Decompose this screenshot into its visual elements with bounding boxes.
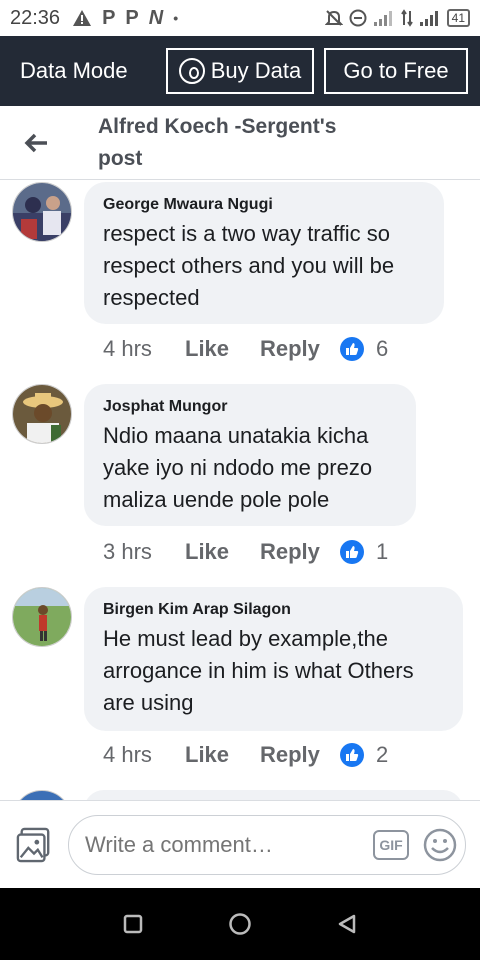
comment-input[interactable] [85, 831, 373, 858]
dnd-icon [349, 9, 367, 27]
gif-icon[interactable]: GIF [373, 829, 409, 860]
back-nav-icon[interactable] [336, 913, 358, 935]
comment-list: George Mwaura Ngugi respect is a two way… [0, 180, 480, 800]
battery-icon: 41 [446, 9, 470, 27]
avatar[interactable] [12, 384, 72, 444]
reply-button[interactable]: Reply [260, 336, 340, 362]
like-reaction-icon[interactable] [340, 540, 364, 564]
data-mode-label: Data Mode [20, 58, 128, 83]
go-to-free-button[interactable]: Go to Free [323, 48, 468, 94]
system-icons: 41 [324, 9, 470, 27]
comment-author[interactable]: Josphat Mungor [103, 398, 396, 416]
comment-bubble [84, 790, 463, 800]
comment-actions: 4 hrs Like Reply 2 [103, 742, 388, 768]
comment-time: 4 hrs [103, 742, 152, 767]
comment-actions: 3 hrs Like Reply 1 [103, 539, 388, 565]
p-icon: P [102, 6, 116, 29]
signal-icon [373, 11, 392, 26]
back-arrow-icon [24, 133, 47, 152]
like-reaction-icon[interactable] [340, 743, 364, 767]
system-nav-bar [0, 888, 480, 960]
avatar[interactable] [12, 182, 72, 242]
n-icon: N [148, 6, 164, 29]
mute-icon [324, 10, 343, 26]
reaction-count[interactable]: 2 [376, 742, 388, 768]
comment-time: 3 hrs [103, 539, 152, 564]
comment-text: Ndio maana unatakia kicha yake iyo ni nd… [103, 423, 373, 512]
reply-button[interactable]: Reply [260, 539, 340, 565]
comment-time: 4 hrs [103, 336, 152, 361]
p-icon: P [125, 6, 139, 29]
photo-icon[interactable] [16, 826, 52, 864]
comment-actions: 4 hrs Like Reply 6 [103, 336, 388, 362]
like-button[interactable]: Like [185, 336, 260, 362]
broadcast-icon [178, 58, 205, 84]
avatar[interactable] [12, 587, 72, 647]
comment-author[interactable]: Birgen Kim Arap Silagon [103, 601, 443, 619]
avatar[interactable] [12, 790, 72, 800]
comment-text: respect is a two way traffic so respect … [103, 221, 395, 310]
emoji-icon[interactable] [423, 828, 457, 862]
post-title: Alfred Koech -Sergent's post [98, 114, 337, 170]
dot-icon: • [173, 10, 179, 26]
clock: 22:36 [10, 6, 61, 29]
status-bar: 22:36 P P N • 41 [0, 0, 480, 36]
signal-icon [419, 11, 438, 26]
reaction-count[interactable]: 6 [376, 336, 388, 362]
like-button[interactable]: Like [185, 742, 260, 768]
data-transfer-icon [400, 9, 413, 27]
notification-icons: P P N • [72, 7, 178, 30]
comment-bubble: Josphat Mungor Ndio maana unatakia kicha… [84, 384, 416, 526]
like-reaction-icon[interactable] [340, 337, 364, 361]
recents-icon[interactable] [122, 913, 144, 935]
home-icon[interactable] [228, 912, 252, 936]
back-button[interactable] [0, 106, 72, 180]
comment-composer: GIF [0, 800, 480, 888]
reply-button[interactable]: Reply [260, 742, 340, 768]
comment-input-box[interactable]: GIF [68, 814, 466, 875]
comment-author[interactable]: George Mwaura Ngugi [103, 196, 424, 214]
comment-text: He must lead by example,the arrogance in… [103, 626, 414, 715]
like-button[interactable]: Like [185, 539, 260, 565]
post-header: Alfred Koech -Sergent's post [0, 106, 480, 180]
comment-bubble: George Mwaura Ngugi respect is a two way… [84, 182, 444, 324]
warning-icon [73, 10, 92, 26]
comment-bubble: Birgen Kim Arap Silagon He must lead by … [84, 587, 463, 731]
reaction-count[interactable]: 1 [376, 539, 388, 565]
data-mode-bar: Data Mode Buy Data Go to Free [0, 36, 480, 106]
buy-data-button[interactable]: Buy Data [166, 48, 314, 94]
buy-data-label: Buy Data [210, 58, 302, 83]
